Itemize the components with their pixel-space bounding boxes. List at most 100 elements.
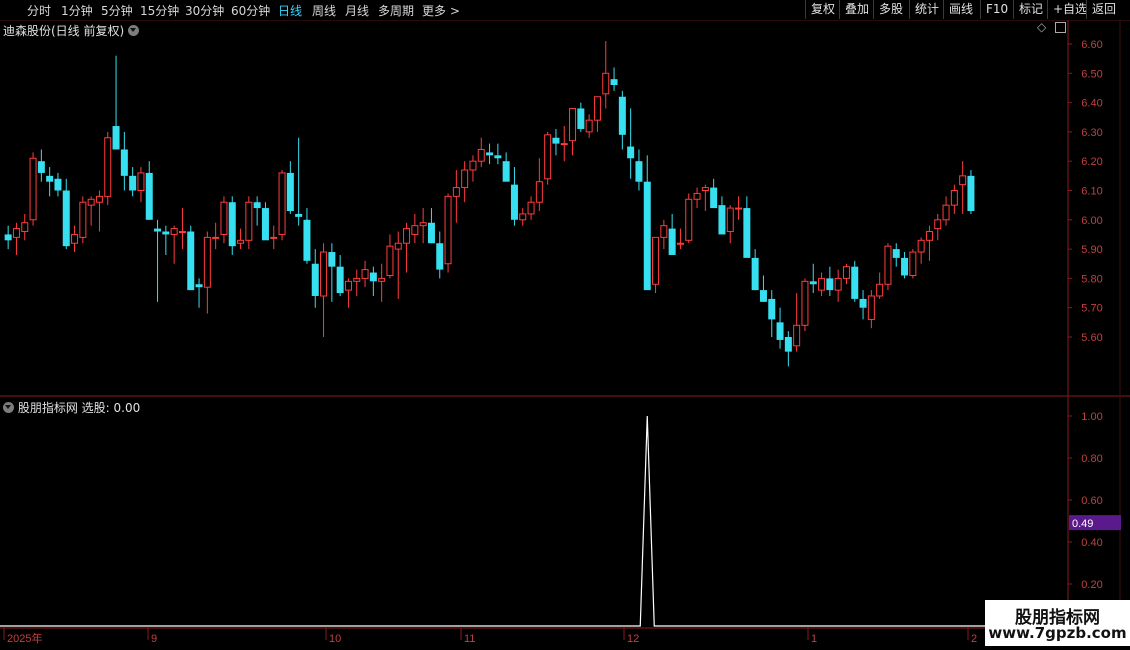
candle-body <box>46 175 54 182</box>
candle-body <box>62 190 70 247</box>
kline-chart: 6.60 6.50 6.40 6.30 6.20 6.10 6.00 5.90 5.80 5.70… <box>0 20 1130 645</box>
candle-body <box>203 236 211 288</box>
candle-body <box>759 290 767 302</box>
candle-body <box>261 208 269 241</box>
candle-body <box>469 160 477 171</box>
candle-body <box>676 242 684 245</box>
candle-body <box>585 119 593 133</box>
candle-body <box>129 175 137 191</box>
price-tick-label: 5.60 <box>1081 332 1102 344</box>
candle-body <box>834 277 842 291</box>
candle-body <box>934 219 942 230</box>
candle-body <box>228 202 236 247</box>
candle-body <box>494 155 502 159</box>
candle-body <box>967 175 975 212</box>
candle-body <box>220 201 228 235</box>
candle-body <box>353 277 361 282</box>
candle-body <box>104 137 112 197</box>
candle-body <box>535 181 543 203</box>
candle-body <box>12 228 20 238</box>
candle-body <box>826 278 834 291</box>
candle-body <box>212 236 220 239</box>
candle-body <box>527 201 535 215</box>
candle-body <box>560 143 568 146</box>
candle-body <box>419 222 427 227</box>
candle-body <box>643 181 651 291</box>
candle-body <box>461 169 469 189</box>
price-tick-label: 6.50 <box>1081 68 1102 80</box>
candle-body <box>253 202 261 209</box>
candle-body <box>593 96 601 121</box>
candle-body <box>710 187 718 209</box>
indicator-tick-label: 0.20 <box>1081 579 1102 591</box>
candle-body <box>195 284 203 288</box>
candle-body <box>328 252 336 267</box>
candle-body <box>635 161 643 182</box>
indicator-title-text: 股朋指标网 选股: 0.00 <box>17 401 141 415</box>
price-tick-label: 5.80 <box>1081 273 1102 285</box>
price-tick-label: 6.10 <box>1081 186 1102 198</box>
candle-body <box>154 228 162 232</box>
time-tick-label: 2025年 <box>7 631 42 645</box>
candle-body <box>29 157 37 221</box>
time-tick-label: 1 <box>811 633 817 645</box>
candle-body <box>602 72 610 95</box>
candle-body <box>510 184 518 220</box>
time-tick-label: 10 <box>329 633 341 645</box>
time-tick-label: 12 <box>627 633 639 645</box>
candle-body <box>137 172 145 191</box>
candle-body <box>71 233 79 244</box>
indicator-tick-label: 0.40 <box>1081 537 1102 549</box>
dropdown-icon[interactable] <box>3 402 14 413</box>
candle-body <box>627 146 635 159</box>
candle-body <box>21 222 29 233</box>
candle-body <box>162 231 170 235</box>
candle-body <box>726 207 734 233</box>
candle-body <box>79 201 87 238</box>
candle-body <box>37 161 45 173</box>
candle-body <box>112 126 120 150</box>
candle-body <box>54 178 62 191</box>
candle-body <box>718 205 726 235</box>
candle-body <box>959 175 967 186</box>
candle-body <box>444 195 452 265</box>
time-tick-label: 9 <box>151 633 157 645</box>
candle-body <box>801 280 809 326</box>
candle-body <box>303 219 311 261</box>
indicator-tick-label: 0.60 <box>1081 495 1102 507</box>
candle-body <box>701 187 709 192</box>
candle-body <box>569 107 577 142</box>
watermark: 股朋指标网 www.7gpzb.com <box>985 600 1130 646</box>
candle-body <box>95 195 103 203</box>
candle-body <box>784 337 792 352</box>
candle-body <box>892 249 900 258</box>
candle-body <box>693 192 701 200</box>
candle-body <box>735 207 743 210</box>
candle-body <box>502 161 510 182</box>
candle-body <box>652 236 660 285</box>
candle-body <box>4 234 12 241</box>
candle-body <box>909 251 917 276</box>
candle-body <box>170 228 178 235</box>
candle-body <box>901 257 909 276</box>
candle-body <box>751 257 759 291</box>
time-tick-label: 11 <box>464 633 475 645</box>
candle-body <box>245 201 253 241</box>
indicator-tick-label: 0.80 <box>1081 453 1102 465</box>
candle-body <box>776 322 784 340</box>
price-tick-label: 6.40 <box>1081 98 1102 110</box>
candle-body <box>187 231 195 291</box>
candle-body <box>295 213 303 217</box>
indicator-title: 股朋指标网 选股: 0.00 <box>3 399 140 416</box>
candle-body <box>610 79 618 86</box>
candle-body <box>842 266 850 279</box>
candle-body <box>884 245 892 285</box>
candle-body <box>577 108 585 129</box>
candle-body <box>685 198 693 241</box>
candle-body <box>361 269 369 279</box>
price-tick-label: 6.00 <box>1081 215 1102 227</box>
candle-body <box>411 225 419 235</box>
candle-body <box>378 277 386 282</box>
candle-body <box>178 231 186 234</box>
candle-body <box>867 295 875 320</box>
